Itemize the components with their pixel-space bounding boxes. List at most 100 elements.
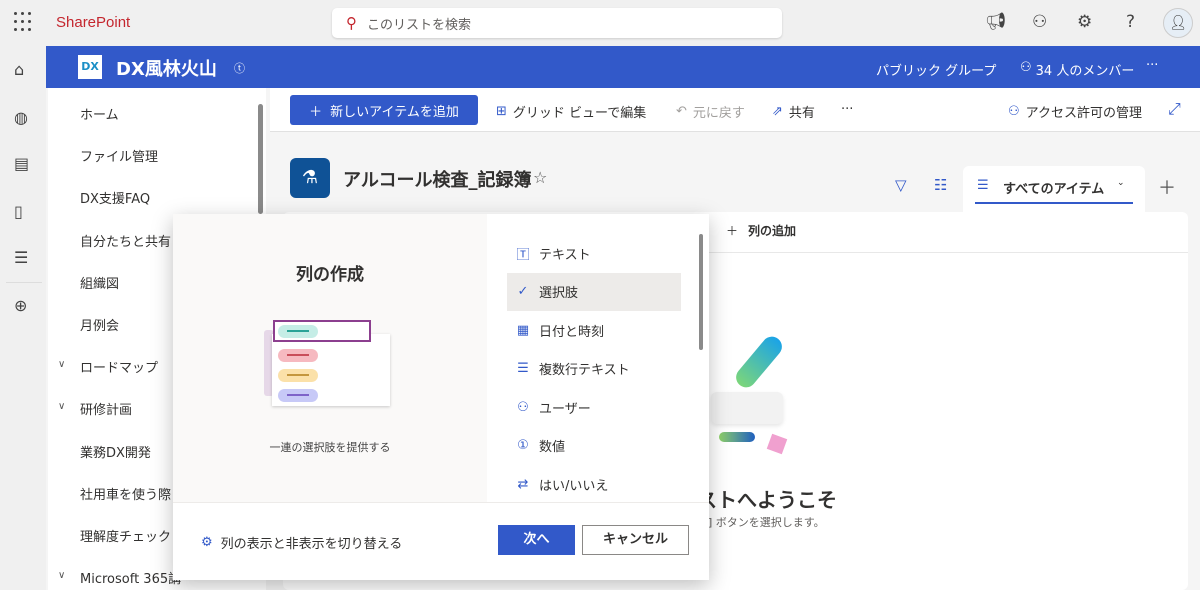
nav-item[interactable]: Microsoft 365講 bbox=[80, 568, 181, 587]
yes-no-icon: ⇄ bbox=[517, 476, 529, 492]
column-type-list: 🅃 テキスト ✓ 選択肢 ▦ 日付と時刻 ☰ 複数行テキスト ⚇ ユーザー ① 数値 ⇄ はい/いいえ bbox=[487, 214, 709, 502]
nav-item[interactable]: ホーム bbox=[80, 104, 119, 123]
column-type-option[interactable]: ⚇ ユーザー bbox=[507, 388, 681, 426]
toggle-columns-link[interactable]: ⚙ 列の表示と非表示を切り替える bbox=[201, 533, 402, 552]
search-input[interactable]: ⚲ このリストを検索 bbox=[332, 8, 782, 38]
add-view-icon[interactable]: ＋ bbox=[1158, 174, 1176, 200]
share-button[interactable]: ⇗ 共有 bbox=[772, 102, 815, 121]
view-tab-all-items[interactable]: ☰ すべてのアイテム ⌄ bbox=[963, 166, 1145, 212]
nav-item[interactable]: 理解度チェック bbox=[80, 526, 171, 545]
add-column-button[interactable]: ＋ 列の追加 bbox=[726, 222, 796, 239]
list-logo-icon: ⚗ bbox=[290, 158, 330, 198]
view-label: すべてのアイテム bbox=[1003, 182, 1105, 197]
multiline-icon: ☰ bbox=[517, 361, 529, 376]
nav-item[interactable]: 社用車を使う際 bbox=[80, 484, 171, 503]
column-type-option[interactable]: 🅃 テキスト bbox=[507, 234, 681, 272]
text-icon: 🅃 bbox=[516, 247, 530, 263]
globe-icon[interactable]: ◍ bbox=[14, 108, 28, 127]
grid-edit-label: グリッド ビューで編集 bbox=[512, 106, 647, 121]
next-button[interactable]: 次へ bbox=[498, 525, 575, 555]
nav-scrollbar[interactable] bbox=[258, 104, 263, 214]
chevron-down-icon[interactable]: ∨ bbox=[58, 570, 65, 581]
command-bar: ＋ 新しいアイテムを追加 ⊞ グリッド ビューで編集 ↶ 元に戻す ⇗ 共有 ··· ⚇… bbox=[270, 88, 1200, 132]
column-type-option[interactable]: ▦ 日付と時刻 bbox=[507, 311, 681, 349]
welcome-title: ストへようこそ bbox=[697, 488, 837, 512]
option-label: はい/いいえ bbox=[539, 478, 609, 494]
members-label: 34 人のメンバー bbox=[1035, 64, 1135, 79]
create-column-dialog: 列の作成 一連の選択肢を提供する 🅃 テキスト ✓ 選択肢 ▦ 日付と時刻 ☰ 複数行テキスト… bbox=[173, 214, 709, 580]
expand-icon[interactable]: ⤢ bbox=[1168, 99, 1181, 119]
column-type-option[interactable]: ① 数値 bbox=[507, 427, 681, 465]
search-placeholder: このリストを検索 bbox=[367, 17, 472, 33]
view-options-icon[interactable]: ☷ bbox=[934, 176, 947, 194]
new-item-button[interactable]: ＋ 新しいアイテムを追加 bbox=[290, 95, 478, 125]
welcome-illustration bbox=[709, 332, 799, 455]
nav-item[interactable]: 業務DX開発 bbox=[80, 442, 151, 461]
app-launcher-icon[interactable] bbox=[14, 12, 34, 32]
grid-edit-button[interactable]: ⊞ グリッド ビューで編集 bbox=[496, 102, 646, 121]
number-icon: ① bbox=[517, 438, 529, 453]
feedback-icon[interactable]: ⚇ bbox=[1032, 12, 1047, 32]
teams-icon: ⓣ bbox=[234, 62, 245, 75]
access-button[interactable]: ⚇ アクセス許可の管理 bbox=[1008, 102, 1142, 121]
filter-icon[interactable]: ▽ bbox=[895, 176, 907, 194]
news-icon[interactable]: ▤ bbox=[14, 154, 29, 173]
more-icon[interactable]: ··· bbox=[1146, 58, 1158, 73]
more-commands-button[interactable]: ··· bbox=[841, 102, 853, 117]
group-type: パブリック グループ bbox=[876, 64, 997, 79]
undo-icon: ↶ bbox=[676, 104, 687, 119]
person-icon: ⚇ bbox=[517, 399, 529, 415]
plus-icon: ＋ bbox=[726, 224, 739, 238]
nav-item[interactable]: ファイル管理 bbox=[80, 146, 158, 165]
megaphone-icon[interactable]: 📢︎ bbox=[985, 12, 1007, 32]
column-type-option[interactable]: ✓ 選択肢 bbox=[507, 272, 681, 311]
brand-link[interactable]: SharePoint bbox=[56, 14, 130, 31]
grid-icon: ⊞ bbox=[496, 104, 507, 119]
choice-illustration bbox=[259, 310, 390, 410]
chevron-down-icon[interactable]: ∨ bbox=[58, 359, 65, 370]
column-type-option[interactable]: ⇄ はい/いいえ bbox=[507, 465, 681, 503]
favorite-star-icon[interactable]: ☆ bbox=[533, 168, 547, 187]
person-icon: ⚇ bbox=[1020, 60, 1032, 75]
undo-button[interactable]: ↶ 元に戻す bbox=[676, 102, 745, 121]
person-icon: ⚇ bbox=[1008, 104, 1020, 119]
site-logo: DX bbox=[78, 55, 102, 79]
home-icon[interactable]: ⌂ bbox=[14, 60, 24, 79]
site-name[interactable]: DX風林火山 bbox=[116, 55, 217, 81]
nav-item[interactable]: 月例会 bbox=[80, 315, 119, 334]
dialog-preview-pane: 列の作成 一連の選択肢を提供する bbox=[173, 214, 487, 502]
cancel-button[interactable]: キャンセル bbox=[582, 525, 689, 555]
view-list-icon: ☰ bbox=[977, 178, 989, 193]
new-item-label: 新しいアイテムを追加 bbox=[330, 104, 459, 120]
help-icon[interactable]: ? bbox=[1126, 12, 1135, 32]
toggle-columns-label: 列の表示と非表示を切り替える bbox=[220, 537, 403, 552]
nav-item[interactable]: DX支援FAQ bbox=[80, 188, 150, 207]
avatar[interactable]: 👤︎ bbox=[1163, 8, 1193, 38]
chevron-down-icon: ⌄ bbox=[1117, 178, 1125, 188]
nav-item[interactable]: 研修計画 bbox=[80, 399, 132, 418]
app-rail: ⌂ ◍ ▤ ▯ ☰ ⊕ bbox=[0, 46, 46, 590]
site-header: DX DX風林火山 ⓣ パブリック グループ ⚇ 34 人のメンバー ··· bbox=[46, 46, 1200, 88]
divider bbox=[6, 282, 42, 283]
undo-label: 元に戻す bbox=[692, 106, 745, 121]
nav-item[interactable]: ロードマップ bbox=[80, 357, 158, 376]
option-label: 選択肢 bbox=[539, 286, 579, 301]
column-type-option[interactable]: ☰ 複数行テキスト bbox=[507, 350, 681, 388]
option-label: ユーザー bbox=[539, 401, 591, 417]
create-icon[interactable]: ⊕ bbox=[14, 296, 27, 315]
gear-icon[interactable]: ⚙ bbox=[1077, 12, 1092, 32]
nav-item[interactable]: 自分たちと共有 bbox=[80, 231, 171, 250]
list-icon[interactable]: ☰ bbox=[14, 248, 28, 267]
top-bar: SharePoint ⚲ このリストを検索 📢︎ ⚇ ⚙ ? 👤︎ bbox=[0, 0, 1200, 46]
chevron-down-icon[interactable]: ∨ bbox=[58, 401, 65, 412]
access-label: アクセス許可の管理 bbox=[1025, 106, 1143, 121]
option-label: 複数行テキスト bbox=[539, 363, 630, 378]
members-button[interactable]: ⚇ 34 人のメンバー bbox=[1020, 60, 1134, 79]
options-scrollbar[interactable] bbox=[699, 234, 703, 350]
choice-icon: ✓ bbox=[517, 284, 529, 299]
dialog-description: 一連の選択肢を提供する bbox=[269, 441, 391, 454]
nav-item[interactable]: 組織図 bbox=[80, 273, 119, 292]
calendar-icon: ▦ bbox=[516, 322, 530, 338]
file-icon[interactable]: ▯ bbox=[14, 202, 23, 221]
add-column-label: 列の追加 bbox=[748, 224, 797, 238]
